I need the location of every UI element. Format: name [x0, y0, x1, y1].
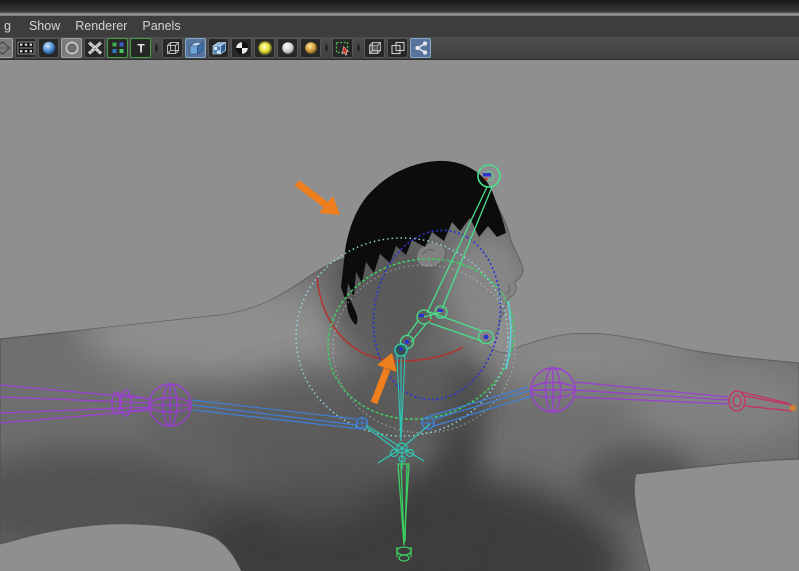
head-gizmo-red	[484, 177, 488, 181]
viewport-toolbar: T	[0, 37, 799, 60]
film-gate-icon[interactable]	[15, 38, 36, 58]
diamond-icon[interactable]	[0, 38, 13, 58]
toolbar-separator	[324, 41, 329, 55]
3d-viewport[interactable]	[0, 60, 799, 571]
wireframe-cube-icon[interactable]	[162, 38, 183, 58]
share-nodes-icon[interactable]	[410, 38, 431, 58]
right-shoulder-sphere-control[interactable]	[530, 367, 576, 413]
head-gizmo-navy	[483, 173, 491, 177]
light-white-sphere-icon[interactable]	[277, 38, 298, 58]
panel-menu-bar: g Show Renderer Panels	[0, 16, 799, 37]
resolution-gate-icon[interactable]	[61, 38, 82, 58]
textured-cube-icon[interactable]	[208, 38, 229, 58]
selection-highlight-icon[interactable]	[332, 38, 353, 58]
menu-item-renderer[interactable]: Renderer	[73, 16, 129, 37]
maya-panel: g Show Renderer Panels T	[0, 0, 799, 571]
toolbar-separator	[154, 41, 159, 55]
shaded-sphere-icon[interactable]	[38, 38, 59, 58]
checkered-sphere-icon[interactable]	[231, 38, 252, 58]
arrow-to-head	[294, 180, 340, 215]
menu-item-panels[interactable]: Panels	[140, 16, 182, 37]
shaded-cube-icon[interactable]	[185, 38, 206, 58]
left-elbow-sphere-control[interactable]	[148, 383, 192, 427]
viewport-scene	[0, 160, 799, 571]
field-chart-icon[interactable]	[107, 38, 128, 58]
window-top-strip	[0, 0, 799, 16]
light-yellow-sphere-icon[interactable]	[254, 38, 275, 58]
menu-item-clipped[interactable]: g	[2, 16, 13, 37]
right-wrist-joint[interactable]	[789, 404, 797, 412]
safe-title-icon[interactable]: T	[130, 38, 151, 58]
safe-title-glyph: T	[137, 42, 145, 56]
toolbar-separator	[356, 41, 361, 55]
light-gold-sphere-icon[interactable]	[300, 38, 321, 58]
xray-cube-icon[interactable]	[364, 38, 385, 58]
menu-item-show[interactable]: Show	[27, 16, 62, 37]
double-square-icon[interactable]	[387, 38, 408, 58]
gate-mask-icon[interactable]	[84, 38, 105, 58]
neck-base-joint[interactable]	[394, 343, 408, 357]
